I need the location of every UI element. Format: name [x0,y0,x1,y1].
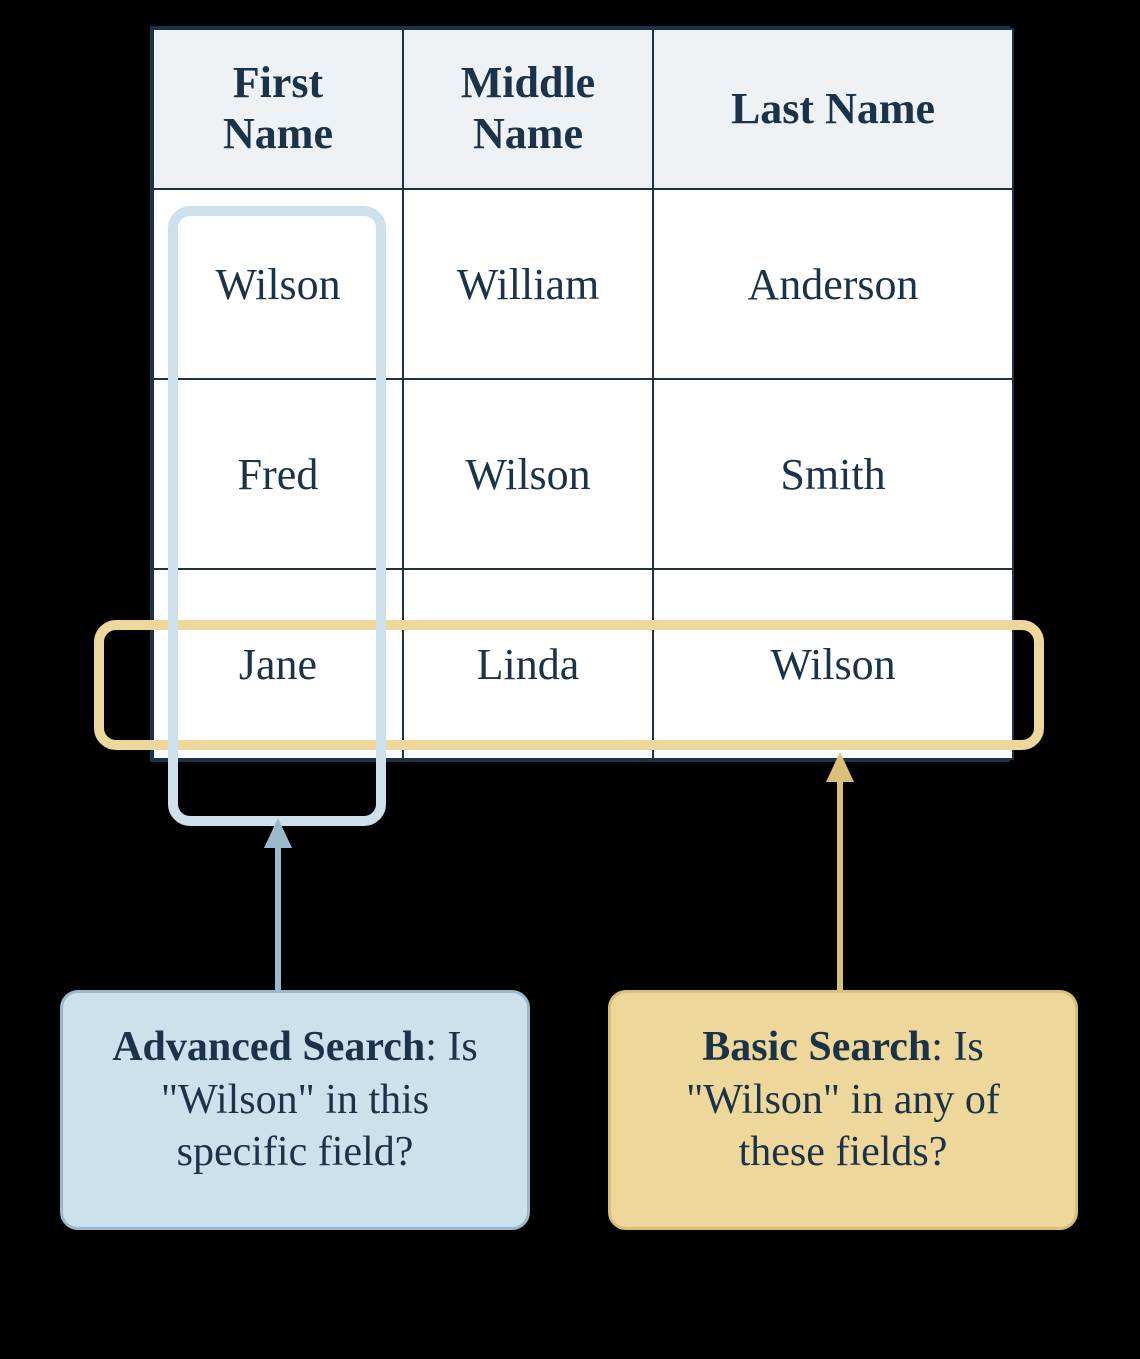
cell-middle-name: Wilson [403,379,653,569]
cell-first-name: Wilson [153,189,403,379]
names-table-container: FirstName MiddleName Last Name Wilson Wi… [150,26,1010,762]
cell-first-name: Jane [153,569,403,759]
table-row: Fred Wilson Smith [153,379,1013,569]
callout-basic-title: Basic Search [702,1024,931,1070]
names-table: FirstName MiddleName Last Name Wilson Wi… [152,28,1014,760]
callout-advanced-search: Advanced Search: Is "Wilson" in this spe… [60,990,530,1230]
column-header-first-name: FirstName [153,29,403,189]
column-header-last-name: Last Name [653,29,1013,189]
diagram-stage: FirstName MiddleName Last Name Wilson Wi… [0,0,1140,1359]
arrow-basic-to-row [820,752,860,992]
arrow-advanced-to-column [258,818,298,994]
cell-last-name: Smith [653,379,1013,569]
cell-last-name: Wilson [653,569,1013,759]
table-row: Jane Linda Wilson [153,569,1013,759]
column-header-middle-name: MiddleName [403,29,653,189]
table-header-row: FirstName MiddleName Last Name [153,29,1013,189]
cell-last-name: Anderson [653,189,1013,379]
table-row: Wilson William Anderson [153,189,1013,379]
cell-first-name: Fred [153,379,403,569]
cell-middle-name: William [403,189,653,379]
callout-advanced-title: Advanced Search [112,1024,425,1070]
cell-middle-name: Linda [403,569,653,759]
callout-basic-search: Basic Search: Is "Wilson" in any of thes… [608,990,1078,1230]
